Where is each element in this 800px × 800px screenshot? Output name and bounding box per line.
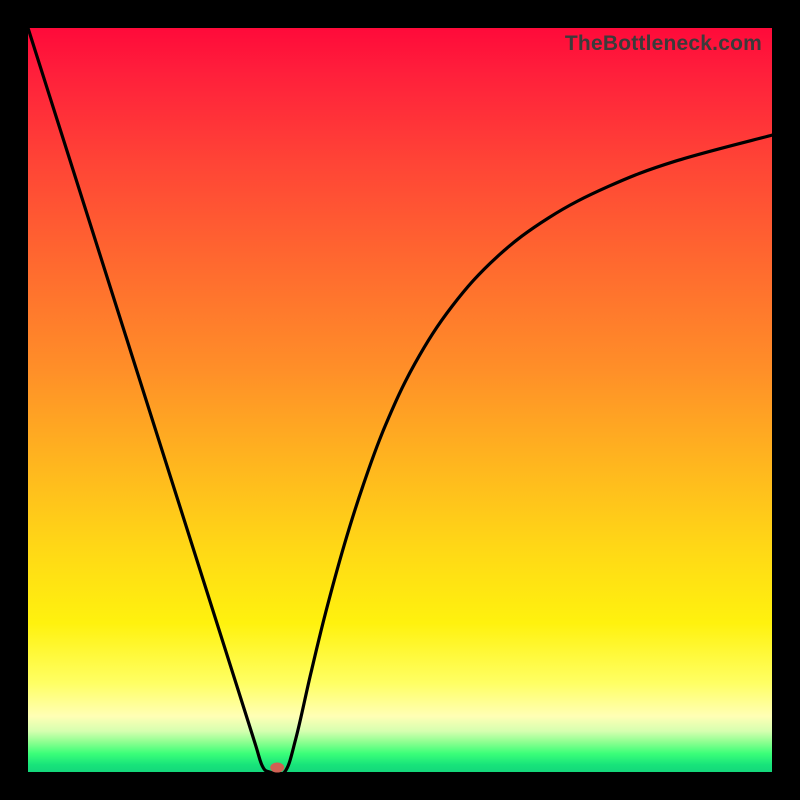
curve-path — [28, 28, 772, 775]
plot-area: TheBottleneck.com — [28, 28, 772, 772]
chart-frame: TheBottleneck.com — [0, 0, 800, 800]
min-marker — [270, 763, 284, 773]
bottleneck-curve — [28, 28, 772, 772]
